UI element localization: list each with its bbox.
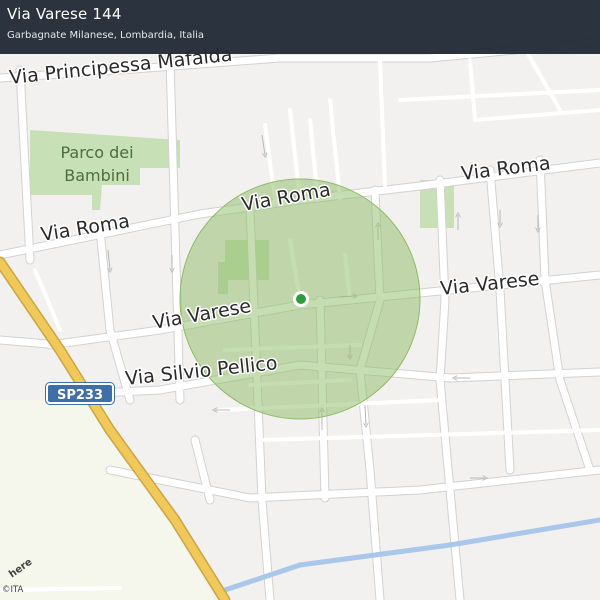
road-shield-sp233: SP233 xyxy=(45,382,115,405)
canal xyxy=(222,517,600,593)
location-marker[interactable] xyxy=(296,294,306,304)
map-canvas[interactable]: Via Principessa Mafalda Via Roma Via Rom… xyxy=(0,0,600,600)
location-header: Via Varese 144 Garbagnate Milanese, Lomb… xyxy=(0,0,600,54)
address-title: Via Varese 144 xyxy=(7,5,122,23)
address-subtitle: Garbagnate Milanese, Lombardia, Italia xyxy=(7,30,205,41)
park-label-line1: Parco dei xyxy=(60,143,133,162)
label-via-varese-east: Via Varese xyxy=(439,268,540,300)
park-label-line2: Bambini xyxy=(64,166,130,185)
map-copyright: ©ITA xyxy=(2,585,24,595)
